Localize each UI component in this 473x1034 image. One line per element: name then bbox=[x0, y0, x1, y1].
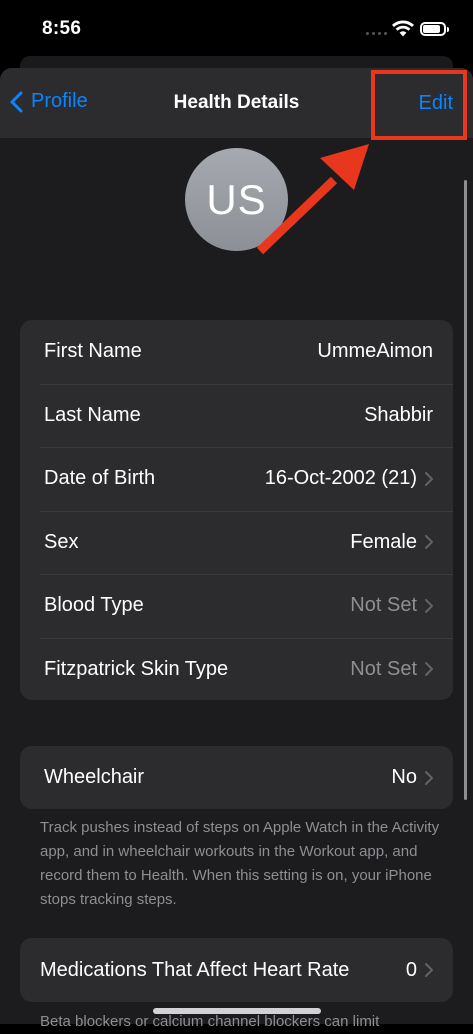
chevron-right-icon bbox=[425, 471, 433, 486]
chevron-right-icon bbox=[425, 535, 433, 550]
home-indicator[interactable] bbox=[153, 1008, 321, 1014]
row-value: 0 bbox=[405, 958, 417, 981]
skin-type-row[interactable]: Fitzpatrick Skin Type Not Set bbox=[20, 637, 453, 701]
sex-row[interactable]: Sex Female bbox=[20, 510, 453, 575]
row-value: UmmeAimon bbox=[317, 340, 433, 363]
chevron-right-icon bbox=[425, 770, 433, 785]
row-label: First Name bbox=[44, 340, 142, 363]
wheelchair-footnote: Track pushes instead of steps on Apple W… bbox=[40, 819, 440, 908]
row-value-wrap: 16-Oct-2002 (21) bbox=[265, 467, 433, 490]
wheelchair-row[interactable]: Wheelchair No bbox=[20, 746, 453, 809]
row-value: Female bbox=[350, 530, 417, 553]
row-label: Sex bbox=[44, 530, 79, 553]
row-value: 16-Oct-2002 (21) bbox=[264, 467, 417, 490]
last-name-row[interactable]: Last Name Shabbir bbox=[20, 383, 453, 448]
row-label: Fitzpatrick Skin Type bbox=[44, 657, 229, 680]
date-of-birth-row[interactable]: Date of Birth 16-Oct-2002 (21) bbox=[20, 447, 453, 511]
first-name-row[interactable]: First Name UmmeAimon bbox=[20, 320, 453, 384]
row-value: Shabbir bbox=[364, 403, 433, 426]
row-value: Not Set bbox=[350, 594, 417, 617]
row-label: Wheelchair bbox=[44, 766, 145, 788]
row-label: Blood Type bbox=[44, 594, 144, 617]
blood-type-row[interactable]: Blood Type Not Set bbox=[20, 574, 453, 638]
row-value-wrap: No bbox=[391, 766, 433, 789]
chevron-right-icon bbox=[425, 963, 433, 977]
row-label: Date of Birth bbox=[44, 467, 156, 490]
wheelchair-group: Wheelchair No bbox=[20, 746, 453, 809]
row-label: Medications That Affect Heart Rate bbox=[40, 958, 350, 981]
chevron-right-icon bbox=[425, 598, 433, 613]
row-value: No bbox=[391, 766, 417, 788]
details-group: First Name UmmeAimon Last Name Shabbir D… bbox=[20, 320, 453, 700]
row-value-wrap: Not Set bbox=[350, 658, 433, 681]
row-value-wrap: 0 bbox=[406, 959, 433, 982]
chevron-right-icon bbox=[425, 662, 433, 677]
row-label: Last Name bbox=[44, 403, 141, 426]
medications-group: Medications That Affect Heart Rate 0 bbox=[20, 938, 453, 1002]
medications-row[interactable]: Medications That Affect Heart Rate 0 bbox=[20, 938, 453, 1002]
row-value: Not Set bbox=[350, 657, 417, 680]
row-value-wrap: Not Set bbox=[350, 594, 433, 617]
arrow-annotation-icon bbox=[256, 144, 369, 255]
row-value-wrap: Female bbox=[350, 531, 433, 554]
